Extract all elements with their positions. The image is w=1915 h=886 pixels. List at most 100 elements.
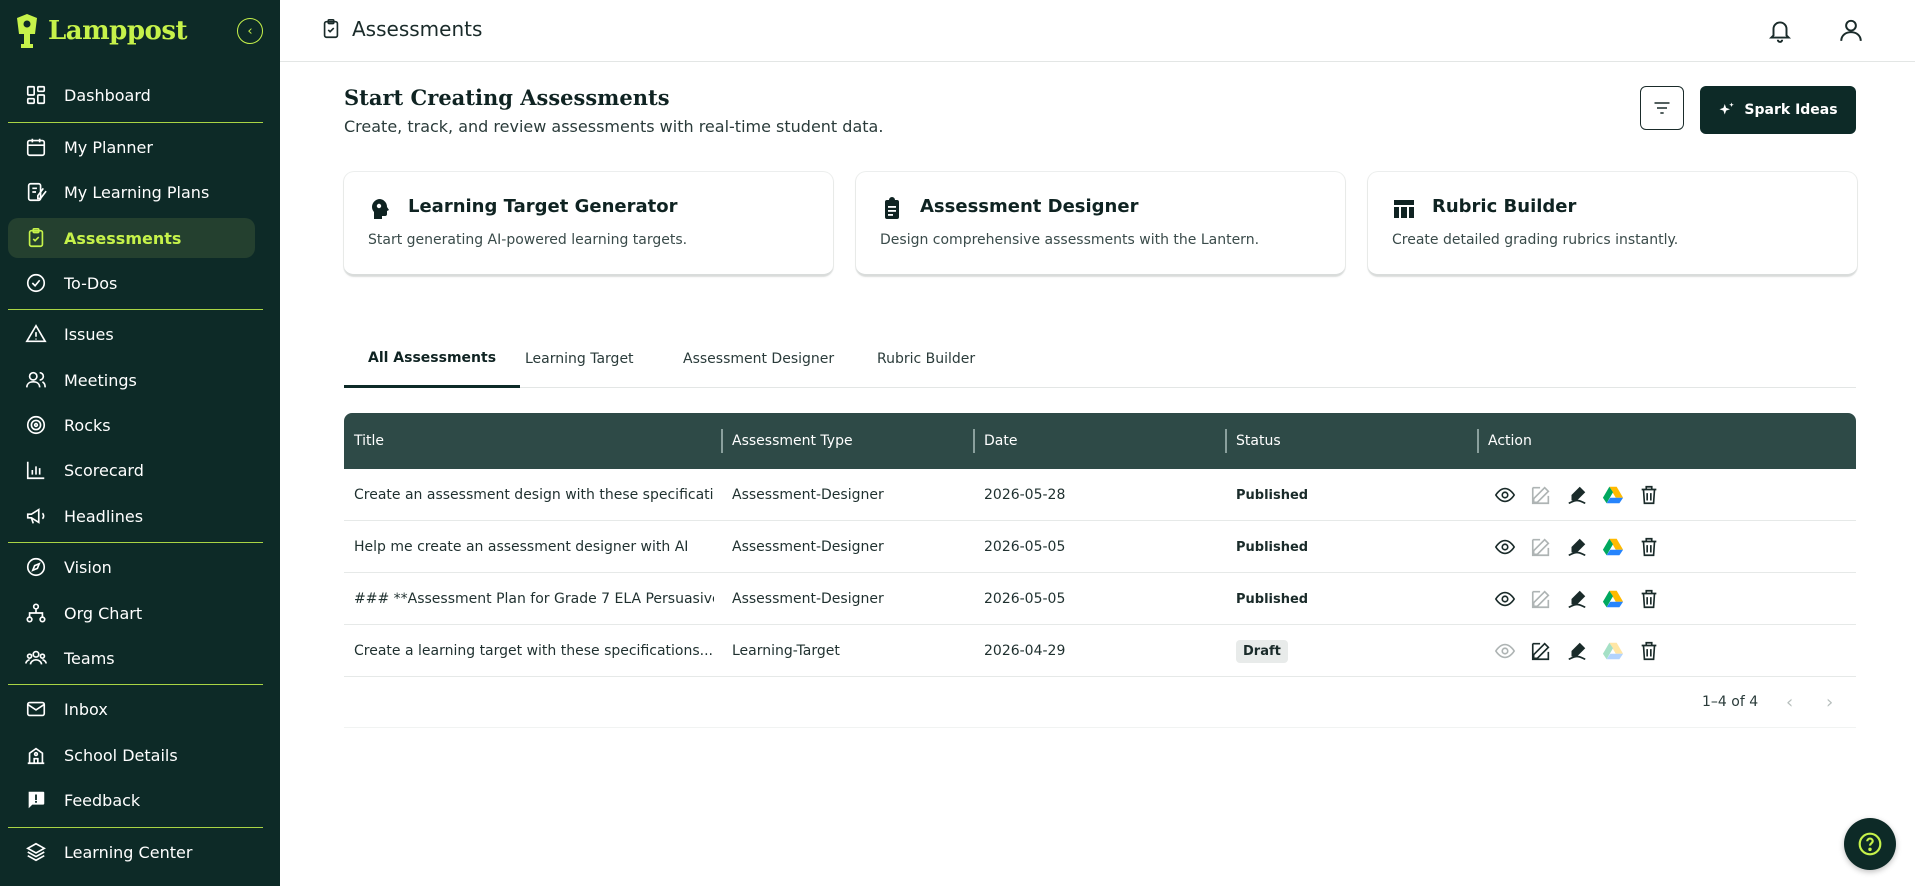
sidebar-item-meetings[interactable]: Meetings — [8, 360, 255, 400]
feedback-icon — [24, 788, 48, 812]
sidebar-item-assessments[interactable]: Assessments — [8, 218, 255, 258]
column-separator — [1477, 429, 1479, 453]
edit-icon[interactable] — [1530, 484, 1552, 506]
sidebar-item-label: Org Chart — [64, 603, 143, 623]
google-drive-icon[interactable] — [1602, 536, 1624, 558]
sidebar-item-teams[interactable]: Teams — [8, 638, 255, 678]
table-row[interactable]: Create an assessment design with these s… — [344, 469, 1856, 521]
table-grid-icon — [1394, 200, 1414, 218]
column-header-assessment-type[interactable]: Assessment Type — [732, 413, 853, 469]
delete-icon[interactable] — [1638, 484, 1660, 506]
sidebar-item-label: Issues — [64, 324, 114, 344]
delete-icon[interactable] — [1638, 588, 1660, 610]
sidebar-item-my-planner[interactable]: My Planner — [8, 127, 255, 167]
edit-icon[interactable] — [1530, 588, 1552, 610]
cell-date: 2026-05-05 — [984, 539, 1066, 555]
delete-icon[interactable] — [1638, 536, 1660, 558]
sidebar-item-org-chart[interactable]: Org Chart — [8, 593, 255, 633]
help-button[interactable] — [1844, 818, 1896, 870]
sidebar-item-school-details[interactable]: School Details — [8, 735, 255, 775]
sidebar-item-label: Vision — [64, 557, 112, 577]
megaphone-icon — [24, 504, 48, 528]
sidebar-item-issues[interactable]: Issues — [8, 314, 255, 354]
google-drive-icon[interactable] — [1602, 640, 1624, 662]
sidebar-item-rocks[interactable]: Rocks — [8, 405, 255, 445]
card-title: Rubric Builder — [1432, 196, 1577, 217]
notification-bell-icon[interactable] — [1767, 16, 1793, 44]
edit-icon[interactable] — [1530, 536, 1552, 558]
brain-head-icon — [372, 199, 389, 219]
status-badge: Published — [1236, 487, 1309, 503]
assessment-tabs: All Assessments Learning Target Assessme… — [344, 330, 1856, 388]
page-subtitle: Create, track, and review assessments wi… — [344, 117, 884, 136]
learning-target-generator-card[interactable]: Learning Target Generator Start generati… — [344, 172, 833, 276]
google-drive-icon[interactable] — [1602, 588, 1624, 610]
spark-ideas-button[interactable]: Spark Ideas — [1700, 86, 1856, 134]
sidebar-item-dashboard[interactable]: Dashboard — [8, 75, 255, 115]
column-header-date[interactable]: Date — [984, 413, 1017, 469]
sign-pen-icon[interactable] — [1566, 640, 1588, 662]
sidebar-item-scorecard[interactable]: Scorecard — [8, 450, 255, 490]
chevron-right-icon[interactable]: › — [1826, 692, 1833, 713]
sidebar: Lamppost ‹ Dashboard My Planner My Learn… — [0, 0, 280, 886]
sidebar-item-headlines[interactable]: Headlines — [8, 496, 255, 536]
sidebar-item-label: Scorecard — [64, 460, 144, 480]
table-row[interactable]: ### **Assessment Plan for Grade 7 ELA Pe… — [344, 573, 1856, 625]
sidebar-item-my-learning-plans[interactable]: My Learning Plans — [8, 172, 255, 212]
tab-learning-target[interactable]: Learning Target — [501, 330, 658, 388]
tab-assessment-designer[interactable]: Assessment Designer — [659, 330, 858, 388]
sidebar-item-label: Teams — [64, 648, 115, 668]
assessments-table: Title Assessment Type Date Status Action… — [344, 413, 1856, 677]
google-drive-icon[interactable] — [1602, 484, 1624, 506]
brand-name: Lamppost — [48, 16, 188, 46]
sidebar-item-inbox[interactable]: Inbox — [8, 689, 255, 729]
sidebar-item-label: Headlines — [64, 506, 144, 526]
sidebar-item-to-dos[interactable]: To-Dos — [8, 263, 255, 303]
view-icon[interactable] — [1494, 484, 1516, 506]
clipboard-check-icon — [24, 226, 48, 250]
dashboard-icon — [24, 83, 48, 107]
nav-divider — [8, 309, 263, 310]
row-actions — [1494, 573, 1660, 625]
collapse-sidebar-button[interactable]: ‹ — [237, 18, 263, 44]
delete-icon[interactable] — [1638, 640, 1660, 662]
cell-title: Create an assessment design with these s… — [354, 487, 714, 503]
brand-logo[interactable]: Lamppost — [14, 14, 188, 48]
edit-icon[interactable] — [1530, 640, 1552, 662]
sign-pen-icon[interactable] — [1566, 588, 1588, 610]
user-profile-icon[interactable] — [1838, 16, 1864, 44]
column-separator — [721, 429, 723, 453]
nav-divider — [8, 542, 263, 543]
table-row[interactable]: Help me create an assessment designer wi… — [344, 521, 1856, 573]
row-actions — [1494, 521, 1660, 573]
assessment-designer-card[interactable]: Assessment Designer Design comprehensive… — [856, 172, 1345, 276]
sidebar-item-learning-center[interactable]: Learning Center — [8, 832, 255, 872]
tab-all-assessments[interactable]: All Assessments — [344, 330, 521, 388]
top-bar: Assessments — [280, 0, 1915, 62]
column-header-status[interactable]: Status — [1236, 413, 1281, 469]
status-badge: Published — [1236, 539, 1309, 555]
sidebar-item-feedback[interactable]: Feedback — [8, 780, 255, 820]
row-actions — [1494, 625, 1660, 677]
table-row[interactable]: Create a learning target with these spec… — [344, 625, 1856, 677]
chevron-left-icon[interactable]: ‹ — [1786, 692, 1793, 713]
view-icon[interactable] — [1494, 536, 1516, 558]
tab-rubric-builder[interactable]: Rubric Builder — [853, 330, 999, 388]
view-icon[interactable] — [1494, 588, 1516, 610]
column-header-title[interactable]: Title — [354, 413, 384, 469]
cell-title: ### **Assessment Plan for Grade 7 ELA Pe… — [354, 591, 714, 607]
pagination-range: 1–4 of 4 — [1702, 694, 1759, 710]
sidebar-item-label: Learning Center — [64, 842, 193, 862]
card-description: Create detailed grading rubrics instantl… — [1392, 232, 1679, 248]
filter-button[interactable] — [1640, 86, 1684, 130]
sign-pen-icon[interactable] — [1566, 484, 1588, 506]
sidebar-item-vision[interactable]: Vision — [8, 547, 255, 587]
filter-icon — [1654, 102, 1670, 114]
cell-date: 2026-05-05 — [984, 591, 1066, 607]
rubric-builder-card[interactable]: Rubric Builder Create detailed grading r… — [1368, 172, 1857, 276]
sign-pen-icon[interactable] — [1566, 536, 1588, 558]
bar-chart-icon — [24, 458, 48, 482]
view-icon[interactable] — [1494, 640, 1516, 662]
sidebar-item-label: Inbox — [64, 699, 108, 719]
compass-icon — [24, 555, 48, 579]
